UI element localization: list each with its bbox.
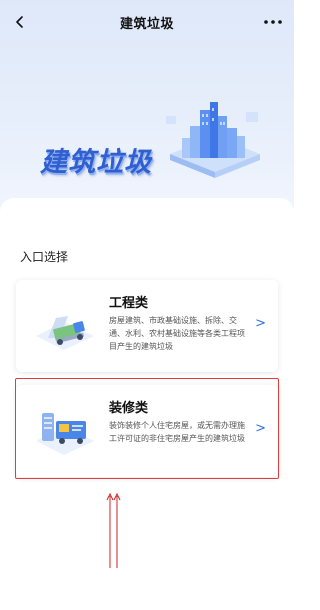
page: 建筑垃圾 建筑垃圾 入口选择 工程类 房屋建筑、市政基础设施、拆除、交通、水利、… (0, 0, 294, 610)
city-buildings-illustration (166, 102, 260, 178)
truck-icon (36, 316, 94, 350)
navbar: 建筑垃圾 (0, 0, 294, 44)
card-title: 装修类 (109, 401, 149, 416)
red-arrows-annotation (106, 492, 121, 568)
chevron-left-icon (16, 16, 23, 28)
renovation-van-icon (36, 413, 94, 455)
chevron-right-icon: > (255, 421, 266, 436)
section-label: 入口选择 (20, 250, 69, 264)
card-renovation[interactable]: 装修类 装饰装修个人住宅房屋，或无需办理施工许可证的非住宅房屋产生的建筑垃圾 > (16, 385, 278, 477)
card-engineering[interactable]: 工程类 房屋建筑、市政基础设施、拆除、交通、水利、农村基础设施等各类工程项目产生… (16, 280, 278, 372)
back-button[interactable] (10, 12, 30, 32)
banner-title: 建筑垃圾 (40, 147, 152, 178)
more-button[interactable] (260, 12, 286, 32)
more-dots-icon (264, 20, 282, 24)
card-title: 工程类 (109, 296, 149, 311)
page-title: 建筑垃圾 (119, 16, 174, 32)
card-description: 房屋建筑、市政基础设施、拆除、交通、水利、农村基础设施等各类工程项目产生的建筑垃… (109, 316, 245, 351)
chevron-right-icon: > (255, 316, 266, 331)
card-description: 装饰装修个人住宅房屋，或无需办理施工许可证的非住宅房屋产生的建筑垃圾 (109, 421, 245, 443)
